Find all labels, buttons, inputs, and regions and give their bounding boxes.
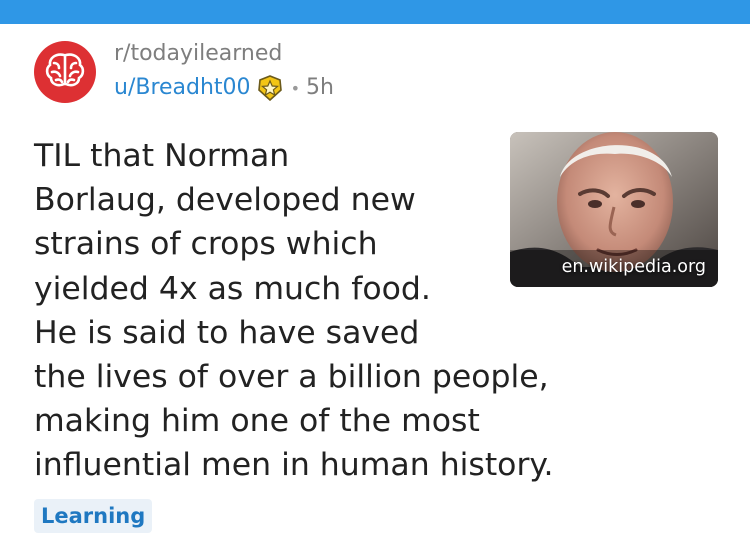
title-line: making him one of the most — [34, 403, 480, 440]
separator-dot: • — [290, 78, 300, 98]
link-thumbnail[interactable]: en.wikipedia.org — [510, 132, 718, 287]
title-line: the lives of over a billion people, — [34, 359, 549, 396]
title-line: influential men in human history. — [34, 447, 554, 484]
username-link[interactable]: u/Breadht00 — [114, 75, 251, 101]
subreddit-link[interactable]: r/todayilearned — [114, 41, 282, 67]
subreddit-avatar[interactable] — [34, 41, 96, 103]
top-bar — [0, 0, 750, 24]
star-badge-icon — [257, 75, 283, 102]
post-age: 5h — [306, 75, 334, 100]
post-header: r/todayilearned u/Breadht00 • 5h — [34, 41, 534, 111]
author-line: u/Breadht00 • 5h — [114, 75, 334, 102]
post-flair[interactable]: Learning — [34, 499, 153, 533]
title-line: He is said to have saved — [34, 314, 420, 351]
brain-icon — [44, 51, 86, 93]
thumbnail-domain: en.wikipedia.org — [561, 257, 706, 277]
